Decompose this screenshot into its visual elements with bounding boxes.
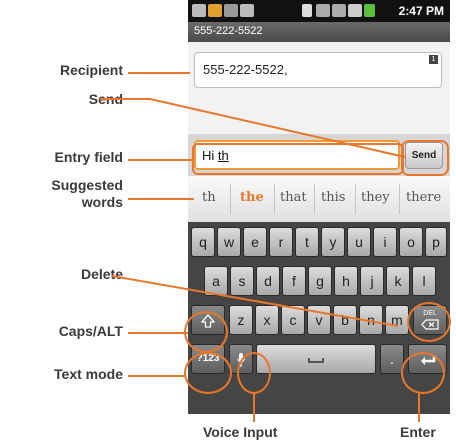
callout-entry-field: Entry field	[54, 149, 123, 165]
suggestion-word[interactable]: th	[202, 190, 216, 205]
recipient-badge: 1	[429, 55, 438, 64]
callout-enter: Enter	[400, 424, 436, 440]
recipient-value: 555-222-5522,	[203, 62, 288, 77]
data-icon	[332, 4, 346, 17]
callout-suggested-words: Suggested words	[51, 177, 123, 211]
suggestion-word[interactable]: there	[406, 190, 441, 205]
key-p[interactable]: p	[425, 227, 447, 257]
highlight-enter-key	[401, 352, 445, 394]
conversation-title: 555-222-5522	[194, 25, 263, 37]
recipient-field[interactable]: 555-222-5522, 1	[194, 52, 442, 88]
highlight-delete-key	[407, 302, 451, 342]
key-v[interactable]: v	[307, 305, 331, 335]
suggestion-divider	[274, 184, 275, 214]
leader-line-voice-input	[253, 392, 255, 422]
suggestion-word[interactable]: they	[361, 190, 390, 205]
title-bar: 555-222-5522	[188, 22, 450, 42]
callout-recipient: Recipient	[59, 62, 123, 78]
clock: 2:47 PM	[398, 4, 444, 18]
leader-line-caps-alt	[128, 332, 188, 334]
highlight-voice-input-key	[237, 352, 271, 394]
key-s[interactable]: s	[230, 266, 254, 296]
callout-text-mode: Text mode	[54, 366, 123, 382]
suggestion-divider	[314, 184, 315, 214]
leader-line-text-mode	[128, 375, 186, 377]
highlight-caps-alt-key	[184, 311, 228, 353]
status-bar: 2:47 PM	[188, 0, 450, 22]
callout-suggested-line2: words	[81, 194, 123, 210]
key-d[interactable]: d	[256, 266, 280, 296]
key-z[interactable]: z	[229, 305, 253, 335]
key-j[interactable]: j	[360, 266, 384, 296]
key-w[interactable]: w	[217, 227, 241, 257]
key-y[interactable]: y	[321, 227, 345, 257]
callout-voice-input: Voice Input	[203, 424, 278, 440]
suggestion-divider	[399, 184, 400, 214]
space-icon	[308, 358, 324, 364]
vibrate-icon	[316, 4, 330, 17]
key-x[interactable]: x	[255, 305, 279, 335]
battery-icon	[364, 4, 375, 17]
key-q[interactable]: q	[191, 227, 215, 257]
leader-line-suggested-words	[128, 198, 194, 200]
key-g[interactable]: g	[308, 266, 332, 296]
highlight-entry-field	[192, 143, 404, 175]
phone-screen: 2:47 PM 555-222-5522 555-222-5522, 1 Hi …	[188, 0, 450, 414]
suggestion-divider	[230, 184, 231, 214]
key-h[interactable]: h	[334, 266, 358, 296]
signal-icon	[348, 4, 362, 17]
bluetooth-icon	[302, 4, 312, 17]
key-t[interactable]: t	[295, 227, 319, 257]
key-k[interactable]: k	[386, 266, 410, 296]
key-u[interactable]: u	[347, 227, 371, 257]
notification-icon	[208, 4, 222, 17]
leader-line-recipient	[128, 72, 190, 74]
key-i[interactable]: i	[373, 227, 397, 257]
key-r[interactable]: r	[269, 227, 293, 257]
suggestion-word[interactable]: that	[280, 190, 307, 205]
callout-suggested-line1: Suggested	[51, 177, 123, 193]
download-icon	[240, 4, 254, 17]
leader-line-send-a	[100, 98, 150, 100]
usb-icon	[224, 4, 238, 17]
suggestion-divider	[355, 184, 356, 214]
space-key[interactable]	[256, 344, 376, 374]
callout-delete: Delete	[80, 266, 123, 282]
callout-caps-alt: Caps/ALT	[58, 323, 123, 339]
highlight-send-button	[401, 140, 449, 176]
key-c[interactable]: c	[281, 305, 305, 335]
key-e[interactable]: e	[243, 227, 267, 257]
suggestion-word-selected[interactable]: the	[240, 190, 264, 205]
leader-line-enter	[418, 392, 420, 422]
key-l[interactable]: l	[412, 266, 436, 296]
leader-line-entry-field	[128, 159, 192, 161]
highlight-text-mode-key	[184, 352, 232, 394]
suggestion-word[interactable]: this	[321, 190, 345, 205]
suggestion-strip: th the that this they there	[188, 176, 450, 222]
key-o[interactable]: o	[399, 227, 423, 257]
key-m[interactable]: m	[385, 305, 409, 335]
key-b[interactable]: b	[333, 305, 357, 335]
key-n[interactable]: n	[359, 305, 383, 335]
voicemail-icon	[192, 4, 206, 17]
key-f[interactable]: f	[282, 266, 306, 296]
key-a[interactable]: a	[204, 266, 228, 296]
